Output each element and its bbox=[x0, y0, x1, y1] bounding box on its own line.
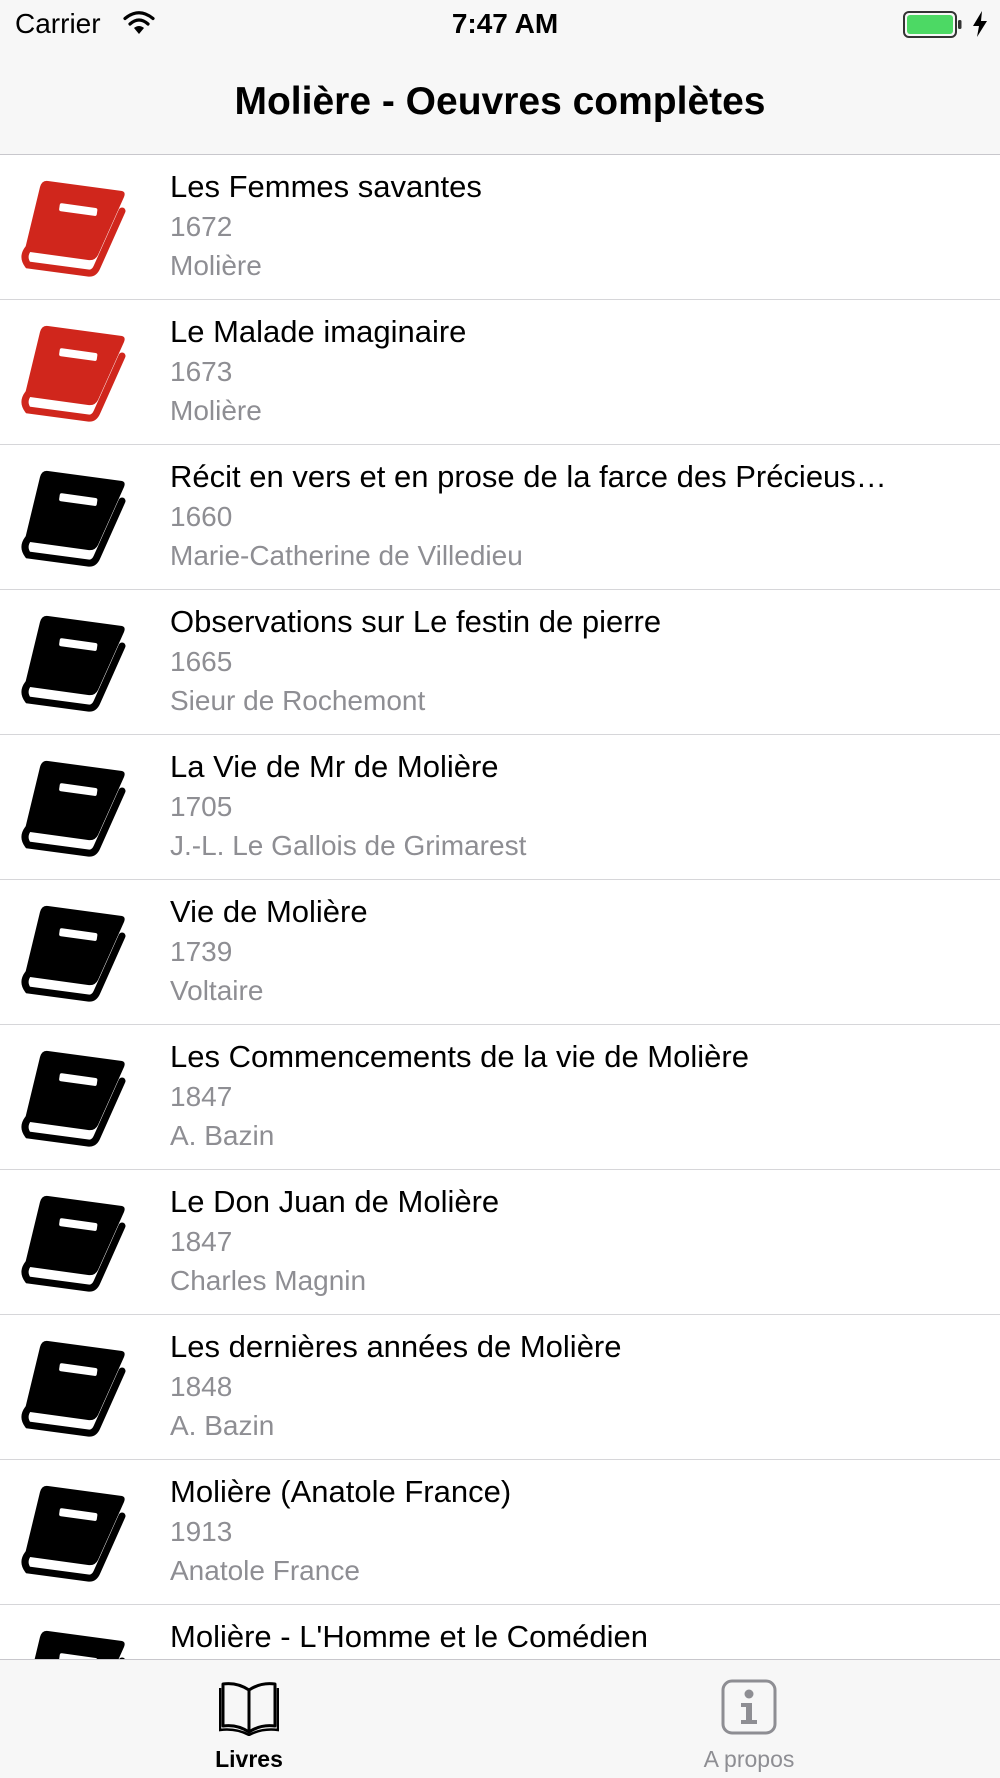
tab-livres[interactable]: Livres bbox=[149, 1660, 349, 1778]
book-row[interactable]: Le Malade imaginaire 1673 Molière bbox=[0, 300, 1000, 445]
book-icon-black bbox=[18, 1623, 128, 1659]
book-year: 1672 bbox=[170, 211, 233, 242]
navigation-bar: Molière - Oeuvres complètes bbox=[0, 50, 1000, 155]
book-row[interactable]: Vie de Molière 1739 Voltaire bbox=[0, 880, 1000, 1025]
book-title: Molière (Anatole France) bbox=[170, 1474, 512, 1509]
book-year: 1847 bbox=[170, 1081, 233, 1112]
book-author: A. Bazin bbox=[170, 1410, 275, 1441]
book-row[interactable]: Récit en vers et en prose de la farce de… bbox=[0, 445, 1000, 590]
book-icon-black bbox=[18, 463, 128, 571]
book-year: 1665 bbox=[170, 646, 233, 677]
book-author: J.-L. Le Gallois de Grimarest bbox=[170, 830, 527, 861]
tab-label-livres: Livres bbox=[215, 1746, 283, 1772]
tab-label-a-propos: A propos bbox=[703, 1746, 795, 1772]
book-author: Molière bbox=[170, 395, 262, 426]
book-title: Le Malade imaginaire bbox=[170, 314, 467, 349]
info-icon bbox=[721, 1679, 777, 1735]
book-icon-black bbox=[18, 1043, 128, 1151]
tab-bar: Livres A propos bbox=[0, 1659, 1000, 1778]
book-author: Sieur de Rochemont bbox=[170, 685, 426, 716]
book-title: Récit en vers et en prose de la farce de… bbox=[170, 459, 887, 494]
book-icon-black bbox=[18, 1478, 128, 1586]
book-title: Les dernières années de Molière bbox=[170, 1329, 622, 1364]
book-author: Charles Magnin bbox=[170, 1265, 367, 1296]
book-title: Les Femmes savantes bbox=[170, 169, 482, 204]
book-title: Observations sur Le festin de pierre bbox=[170, 604, 662, 639]
open-book-icon bbox=[219, 1682, 279, 1736]
clock: 7:47 AM bbox=[451, 8, 559, 39]
book-author: Marie-Catherine de Villedieu bbox=[170, 540, 523, 571]
book-row[interactable]: Les Femmes savantes 1672 Molière bbox=[0, 155, 1000, 300]
book-title: La Vie de Mr de Molière bbox=[170, 749, 499, 784]
book-year: 1705 bbox=[170, 791, 233, 822]
book-year: 1739 bbox=[170, 936, 233, 967]
book-title: Les Commencements de la vie de Molière bbox=[170, 1039, 749, 1074]
book-icon-black bbox=[18, 753, 128, 861]
status-bar: Carrier 7:47 AM bbox=[0, 0, 1000, 50]
book-author: A. Bazin bbox=[170, 1120, 275, 1151]
book-row[interactable]: Le Don Juan de Molière 1847 Charles Magnin bbox=[0, 1170, 1000, 1315]
book-author: Voltaire bbox=[170, 975, 264, 1006]
tab-a-propos[interactable]: A propos bbox=[649, 1660, 849, 1778]
book-row[interactable]: Molière (Anatole France) 1913 Anatole Fran… bbox=[0, 1460, 1000, 1605]
battery-icon bbox=[903, 11, 962, 38]
book-author: Anatole France bbox=[170, 1555, 360, 1586]
book-icon-black bbox=[18, 608, 128, 716]
book-icon-black bbox=[18, 1333, 128, 1441]
book-author: Molière bbox=[170, 250, 262, 281]
book-row[interactable]: La Vie de Mr de Molière 1705 J.-L. Le Gall… bbox=[0, 735, 1000, 880]
book-icon-red bbox=[18, 318, 128, 426]
book-year: 1673 bbox=[170, 356, 233, 387]
book-row[interactable]: Les Commencements de la vie de Molière 18… bbox=[0, 1025, 1000, 1170]
book-icon-black bbox=[18, 1188, 128, 1296]
book-year: 1848 bbox=[170, 1371, 233, 1402]
book-title: Molière - L'Homme et le Comédien bbox=[170, 1619, 648, 1654]
book-row[interactable]: Les dernières années de Molière 1848 A. Ba… bbox=[0, 1315, 1000, 1460]
book-row[interactable]: Observations sur Le festin de pierre 1665… bbox=[0, 590, 1000, 735]
book-icon-black bbox=[18, 898, 128, 1006]
charging-bolt-icon bbox=[973, 11, 987, 37]
book-row[interactable]: Molière - L'Homme et le Comédien bbox=[0, 1605, 1000, 1659]
book-icon-red bbox=[18, 173, 128, 281]
book-year: 1847 bbox=[170, 1226, 233, 1257]
page-title: Molière - Oeuvres complètes bbox=[234, 80, 766, 123]
book-list[interactable]: Les Femmes savantes 1672 Molière Le Malade… bbox=[0, 155, 1000, 1659]
book-title: Vie de Molière bbox=[170, 894, 368, 929]
book-year: 1913 bbox=[170, 1516, 233, 1547]
book-title: Le Don Juan de Molière bbox=[170, 1184, 500, 1219]
book-year: 1660 bbox=[170, 501, 233, 532]
